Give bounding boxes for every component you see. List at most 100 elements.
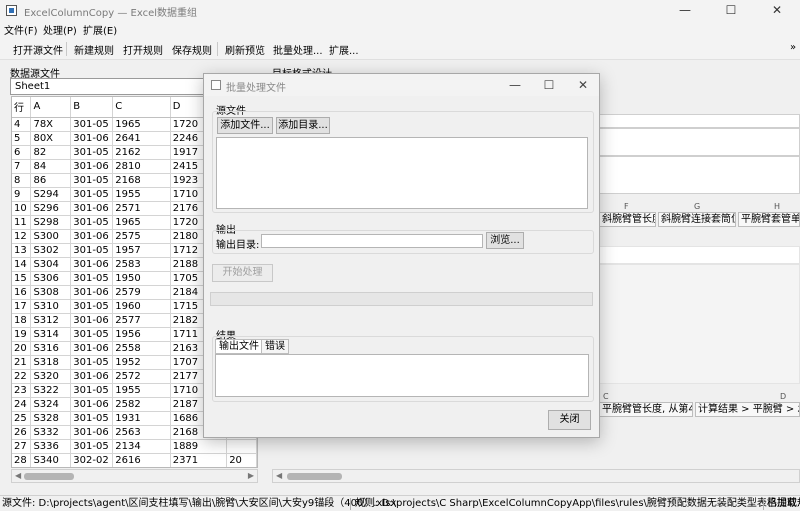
table-cell[interactable]: 2579 [112,285,171,300]
table-cell[interactable]: 2583 [112,257,171,272]
extend-button[interactable]: 扩展... [329,42,359,57]
table-cell[interactable]: 2168 [112,173,171,188]
table-cell[interactable]: 2616 [112,453,171,467]
row-number-cell[interactable]: 17 [12,299,32,314]
table-cell[interactable]: S312 [30,313,72,328]
table-cell[interactable]: S324 [30,397,72,412]
table-cell[interactable]: S310 [30,299,72,314]
table-cell[interactable]: 82 [30,145,72,160]
scroll-thumb[interactable] [24,473,74,480]
table-cell[interactable]: S308 [30,285,72,300]
table-cell[interactable] [71,467,113,468]
table-row[interactable]: 28 S340 302-02 2616 2371 20 [12,453,257,467]
table-cell[interactable]: 0 [170,467,226,468]
row-number-cell[interactable]: 12 [12,229,32,244]
table-cell[interactable]: 84 [30,159,72,174]
row-number-cell[interactable]: 16 [12,285,32,300]
output-dir-input[interactable] [261,234,483,248]
table-cell[interactable]: 2582 [112,397,171,412]
table-cell[interactable]: 301-05 [70,173,114,188]
table-cell[interactable]: 301-05 [70,299,114,314]
table-cell[interactable]: 1950 [112,271,171,286]
source-grid-hscrollbar[interactable]: ◀ ▶ [11,469,258,483]
close-dialog-button[interactable]: 关闭 [548,410,591,430]
table-row[interactable]: 29锚000 [12,467,257,468]
scroll-left-arrow-icon[interactable]: ◀ [15,471,21,480]
table-cell[interactable]: 78X [30,117,72,132]
table-cell[interactable]: 301-06 [70,341,114,356]
table-cell[interactable]: S304 [30,257,72,272]
row-number-cell[interactable]: 28 [12,453,32,467]
table-cell[interactable]: 301-06 [70,131,114,146]
scroll-thumb[interactable] [287,473,342,480]
table-cell[interactable]: S306 [30,271,72,286]
table-cell[interactable]: S332 [30,425,72,440]
table-cell[interactable]: S322 [30,383,72,398]
table-cell[interactable]: 2641 [112,131,171,146]
table-cell[interactable]: 301-06 [70,369,114,384]
table-cell[interactable]: S340 [30,453,72,467]
grid-header-cell[interactable]: B [70,97,114,118]
row-number-cell[interactable]: 27 [12,439,32,454]
table-cell[interactable]: 2558 [112,341,171,356]
table-cell[interactable]: 301-05 [70,271,114,286]
table-cell[interactable]: 301-05 [70,383,114,398]
table-row[interactable]: 27 S336 301-05 2134 1889 [12,439,257,454]
tab-errors[interactable]: 错误 [261,339,289,354]
row-number-cell[interactable]: 7 [12,159,32,174]
table-cell[interactable]: 2371 [170,453,228,467]
target-hscrollbar[interactable]: ◀ [272,469,800,483]
table-cell[interactable]: S298 [30,215,72,230]
row-number-cell[interactable]: 6 [12,145,32,160]
target-column-cell[interactable]: 斜腕臂连接套筒位置 [658,212,736,227]
result-list[interactable] [215,354,589,397]
table-cell[interactable]: 302-02 [70,453,114,467]
table-cell[interactable]: 80X [30,131,72,146]
row-number-cell[interactable]: 13 [12,243,32,258]
open-rule-button[interactable]: 打开规则 [123,42,163,57]
table-cell[interactable]: 0 [227,467,257,468]
scroll-left-arrow-icon[interactable]: ◀ [276,471,282,480]
add-dir-button[interactable]: 添加目录... [276,117,330,134]
row-number-cell[interactable]: 26 [12,425,32,440]
table-cell[interactable]: 1955 [112,187,171,202]
table-cell[interactable]: 86 [30,173,72,188]
source-file-list[interactable] [216,137,588,209]
table-cell[interactable]: 301-06 [70,313,114,328]
table-cell[interactable]: 1965 [112,117,171,132]
table-cell[interactable]: 1952 [112,355,171,370]
open-source-button[interactable]: 打开源文件 [13,42,63,57]
table-cell[interactable]: S300 [30,229,72,244]
table-cell[interactable]: S302 [30,243,72,258]
row-number-cell[interactable]: 29 [12,467,31,468]
grid-header-cell[interactable]: 行 [12,97,32,118]
table-cell[interactable]: 301-06 [70,201,114,216]
table-cell[interactable]: 2810 [112,159,171,174]
table-cell[interactable]: S320 [30,369,72,384]
row-number-cell[interactable]: 5 [12,131,32,146]
table-cell[interactable] [226,439,257,454]
row-number-cell[interactable]: 4 [12,117,32,132]
maximize-button[interactable]: ☐ [708,0,754,20]
target-column-cell[interactable]: 斜腕臂管长度 [599,212,656,227]
row-number-cell[interactable]: 18 [12,313,32,328]
scroll-right-arrow-icon[interactable]: ▶ [248,471,254,480]
table-cell[interactable]: 301-06 [70,425,114,440]
table-cell[interactable]: 2134 [112,439,171,454]
row-number-cell[interactable]: 11 [12,215,32,230]
table-cell[interactable]: 301-05 [70,187,114,202]
table-cell[interactable]: 301-05 [70,355,114,370]
grid-header-cell[interactable]: A [30,97,72,118]
dialog-minimize-button[interactable]: — [498,74,532,96]
target-column-cell[interactable]: 计算结果 > 平腕臂 > 承力 [695,402,800,417]
table-cell[interactable]: 0 [113,467,170,468]
table-cell[interactable]: 301-05 [70,439,114,454]
table-cell[interactable]: 301-06 [70,229,114,244]
tab-output-files[interactable]: 输出文件 [215,339,263,354]
table-cell[interactable]: S294 [30,187,72,202]
table-cell[interactable]: 2572 [112,369,171,384]
target-column-cell[interactable]: 平腕臂管长度, 从第4行起 [599,402,693,417]
table-cell[interactable]: 1965 [112,215,171,230]
minimize-button[interactable]: — [662,0,708,20]
table-cell[interactable]: S314 [30,327,72,342]
